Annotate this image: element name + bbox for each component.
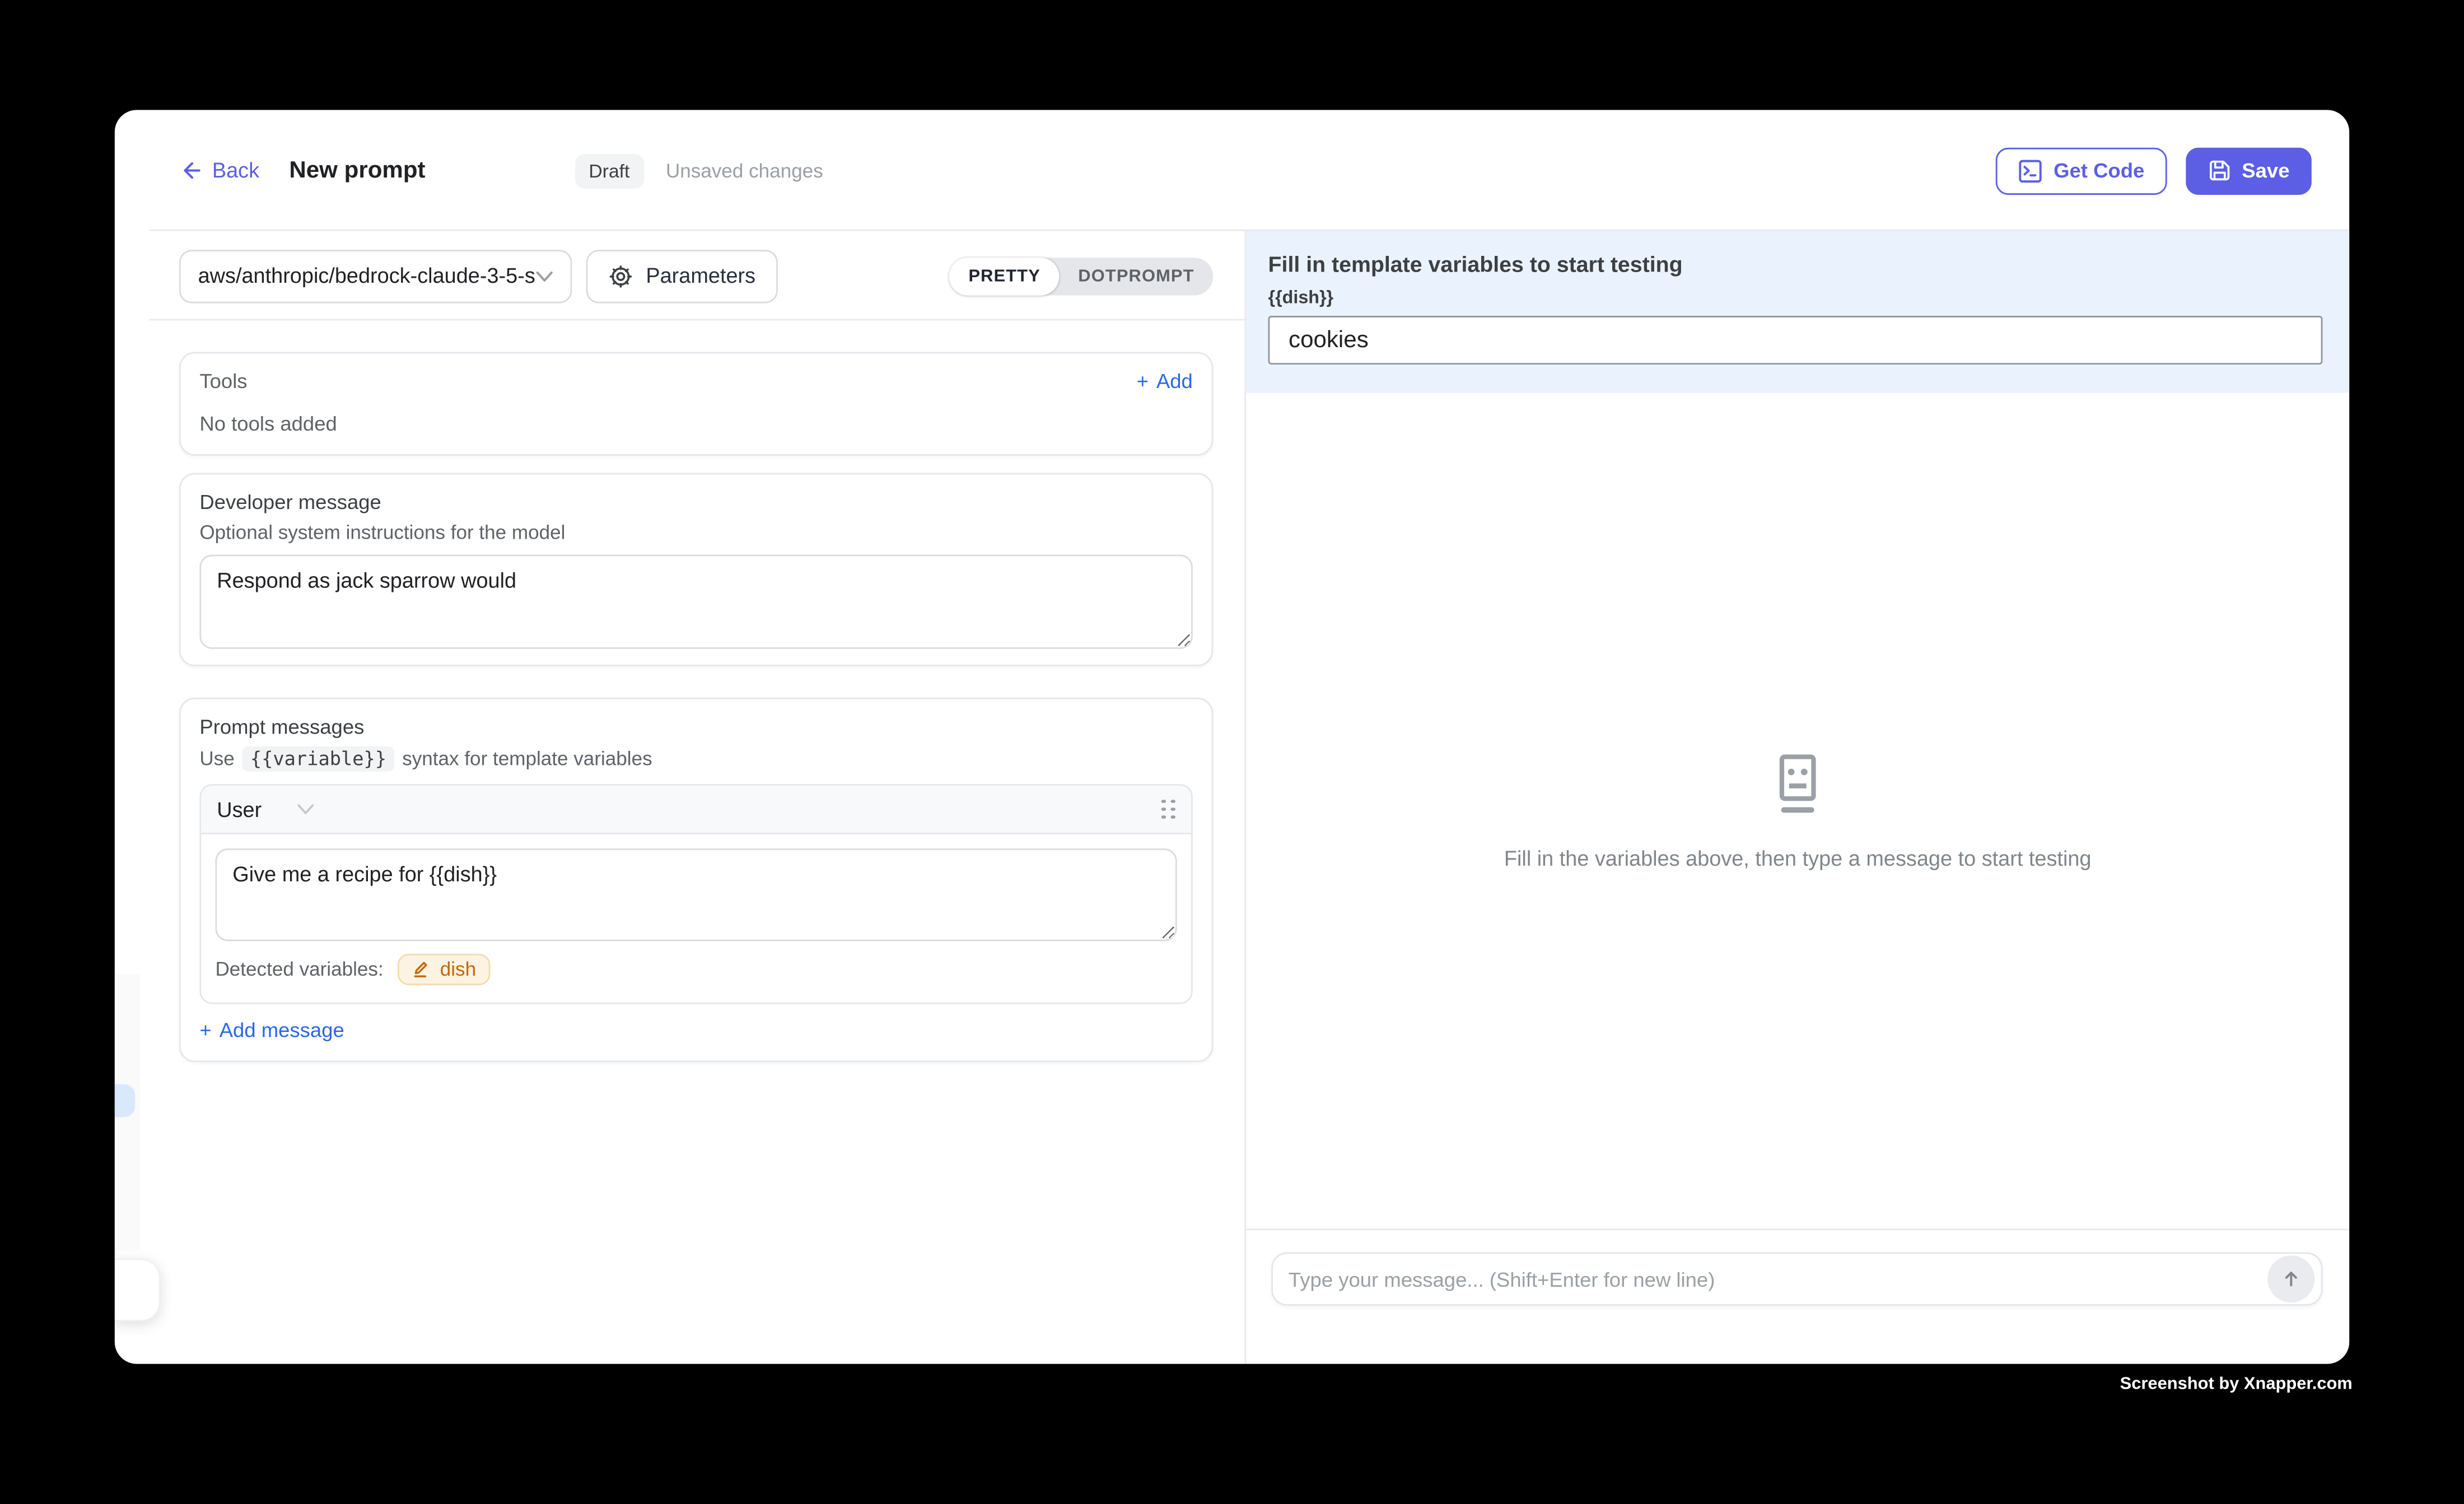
screenshot-stage: Back New prompt Draft Unsaved changes Ge… (0, 0, 2464, 1503)
detected-variables-label: Detected variables: (215, 959, 383, 980)
parameters-label: Parameters (646, 264, 755, 287)
page-title: New prompt (289, 157, 425, 184)
message-block: User Give me a recipe for {{dish}} Detec… (199, 784, 1192, 1004)
model-select-value: aws/anthropic/bedrock-claude-3-5-s... (198, 264, 536, 287)
prompt-messages-card: Prompt messages Use {{variable}} syntax … (179, 698, 1213, 1062)
template-syntax-hint: Use {{variable}} syntax for template var… (199, 746, 1192, 772)
gear-icon (608, 263, 633, 288)
tools-card: Tools + Add No tools added (179, 352, 1213, 456)
toggle-option-pretty[interactable]: PRETTY (950, 257, 1060, 295)
pencil-icon (412, 960, 431, 979)
add-tool-button[interactable]: + Add (1137, 369, 1193, 393)
toggle-option-dotprompt[interactable]: DOTPROMPT (1060, 257, 1214, 295)
chat-empty-state: Fill in the variables above, then type a… (1246, 750, 2349, 871)
save-button[interactable]: Save (2185, 147, 2312, 194)
unsaved-changes-note: Unsaved changes (666, 160, 823, 181)
developer-message-textarea[interactable]: Respond as jack sparrow would (199, 555, 1192, 649)
save-icon (2208, 158, 2231, 182)
chat-empty-text: Fill in the variables above, then type a… (1504, 847, 2092, 870)
hint-suffix: syntax for template variables (402, 748, 652, 770)
send-button[interactable] (2267, 1255, 2314, 1302)
developer-message-subtitle: Optional system instructions for the mod… (199, 522, 1192, 544)
role-select[interactable]: User (217, 797, 314, 821)
robot-face-icon (1763, 750, 1832, 822)
arrow-up-icon (2280, 1268, 2302, 1290)
app-window: Back New prompt Draft Unsaved changes Ge… (115, 110, 2349, 1363)
tools-title: Tools (199, 369, 247, 393)
variable-chip-label: dish (440, 959, 476, 980)
add-tool-label: Add (1156, 369, 1193, 393)
message-textarea[interactable]: Give me a recipe for {{dish}} (215, 848, 1177, 941)
clipped-corner-card (115, 1259, 160, 1321)
detected-variables-row: Detected variables: dish (215, 954, 1177, 985)
hint-prefix: Use (199, 748, 234, 770)
prompt-messages-title: Prompt messages (199, 715, 1192, 739)
arrow-left-icon (179, 158, 203, 182)
chevron-down-icon (296, 803, 314, 815)
message-body: Give me a recipe for {{dish}} Detected v… (201, 834, 1191, 1002)
message-composer (1271, 1252, 2322, 1305)
variables-header: Fill in template variables to start test… (1246, 231, 2349, 393)
terminal-icon (2018, 158, 2043, 183)
get-code-button[interactable]: Get Code (1995, 147, 2166, 194)
role-select-value: User (217, 797, 262, 821)
get-code-label: Get Code (2054, 158, 2144, 182)
back-label: Back (212, 158, 259, 182)
tools-empty-text: No tools added (199, 412, 1192, 435)
add-message-button[interactable]: + Add message (199, 1018, 344, 1041)
add-message-label: Add message (220, 1018, 344, 1041)
message-role-row: User (201, 786, 1191, 834)
variable-value-input[interactable] (1268, 316, 2323, 365)
plus-icon: + (1137, 369, 1149, 393)
chat-message-input[interactable] (1289, 1267, 2267, 1291)
status-badge: Draft (575, 153, 644, 188)
variables-header-title: Fill in template variables to start test… (1268, 251, 2321, 277)
clipped-sidebar-active-item (115, 1084, 135, 1117)
parameters-button[interactable]: Parameters (586, 249, 778, 302)
variable-chip-dish[interactable]: dish (398, 954, 490, 985)
model-toolbar: aws/anthropic/bedrock-claude-3-5-s... Pa… (115, 231, 1245, 320)
header-bar: Back New prompt Draft Unsaved changes Ge… (115, 110, 2349, 231)
variable-syntax-chip: {{variable}} (242, 746, 394, 772)
developer-message-card: Developer message Optional system instru… (179, 473, 1213, 666)
composer-divider (1246, 1229, 2349, 1230)
test-panel: Fill in template variables to start test… (1244, 231, 2349, 1363)
back-button[interactable]: Back (179, 158, 259, 182)
variable-name-label: {{dish}} (1268, 289, 2321, 308)
developer-message-title: Developer message (199, 491, 1192, 514)
model-select[interactable]: aws/anthropic/bedrock-claude-3-5-s... (179, 249, 572, 302)
drag-handle-icon[interactable] (1161, 799, 1175, 819)
save-label: Save (2242, 158, 2289, 182)
prompt-editor-panel: Tools + Add No tools added Developer mes… (115, 320, 1245, 1363)
view-mode-toggle: PRETTY DOTPROMPT (950, 257, 1214, 295)
watermark-text: Screenshot by Xnapper.com (2120, 1375, 2353, 1394)
chevron-down-icon (536, 269, 553, 282)
plus-icon: + (199, 1018, 211, 1041)
